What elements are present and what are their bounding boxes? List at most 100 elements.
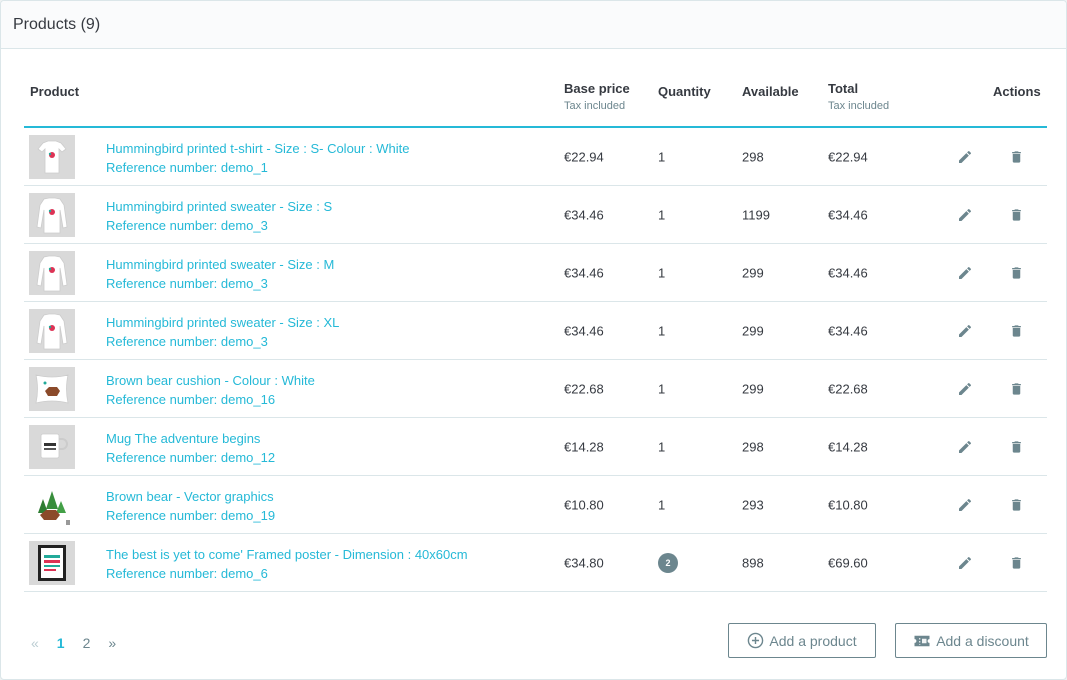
pencil-icon	[959, 150, 972, 163]
delete-button[interactable]	[1006, 495, 1026, 515]
header-total: Total Tax included	[828, 81, 889, 112]
product-name[interactable]: Hummingbird printed sweater - Size : M	[106, 255, 334, 274]
product-name[interactable]: The best is yet to come' Framed poster -…	[106, 545, 468, 564]
base-price: €34.80	[564, 555, 604, 570]
product-thumbnail	[29, 483, 75, 527]
delete-button[interactable]	[1006, 205, 1026, 225]
product-thumbnail	[29, 367, 75, 411]
product-name-link[interactable]: Hummingbird printed sweater - Size : M Re…	[106, 255, 334, 293]
quantity-value: 1	[658, 381, 666, 396]
delete-button[interactable]	[1006, 147, 1026, 167]
header-total-label: Total	[828, 81, 859, 96]
product-name[interactable]: Brown bear - Vector graphics	[106, 487, 275, 506]
table-row: Hummingbird printed t-shirt - Size : S- …	[24, 128, 1047, 186]
trash-icon	[1011, 498, 1021, 511]
product-thumbnail	[29, 541, 75, 585]
base-price: €22.94	[564, 149, 604, 164]
header-actions: Actions	[993, 84, 1041, 99]
pencil-icon	[959, 382, 972, 395]
quantity-badge: 2	[658, 552, 678, 573]
trash-icon	[1011, 150, 1021, 163]
product-name-link[interactable]: The best is yet to come' Framed poster -…	[106, 545, 468, 583]
pencil-icon	[959, 324, 972, 337]
trash-icon	[1011, 382, 1021, 395]
plus-circle-icon	[748, 632, 764, 649]
edit-button[interactable]	[955, 147, 975, 167]
pagination-page-2[interactable]: 2	[83, 635, 91, 651]
header-product: Product	[30, 84, 80, 99]
product-reference[interactable]: Reference number: demo_16	[106, 390, 315, 409]
edit-button[interactable]	[955, 553, 975, 573]
delete-button[interactable]	[1006, 437, 1026, 457]
header-base-price-label: Base price	[564, 81, 630, 96]
trash-icon	[1011, 440, 1021, 453]
product-reference[interactable]: Reference number: demo_1	[106, 158, 409, 177]
table-header: Product Base price Tax included Quantity…	[24, 64, 1047, 128]
base-price: €10.80	[564, 497, 604, 512]
trash-icon	[1011, 556, 1021, 569]
product-name-link[interactable]: Mug The adventure begins Reference number…	[106, 429, 275, 467]
add-product-button[interactable]: Add a product	[728, 623, 876, 658]
edit-button[interactable]	[955, 205, 975, 225]
card-header: Products (9)	[1, 1, 1066, 49]
table-row: Hummingbird printed sweater - Size : S Re…	[24, 186, 1047, 244]
product-name-link[interactable]: Hummingbird printed sweater - Size : S Re…	[106, 197, 332, 235]
product-reference[interactable]: Reference number: demo_3	[106, 274, 334, 293]
edit-button[interactable]	[955, 321, 975, 341]
products-table: Product Base price Tax included Quantity…	[24, 64, 1047, 592]
delete-button[interactable]	[1006, 263, 1026, 283]
product-name-link[interactable]: Brown bear cushion - Colour : White Refer…	[106, 371, 315, 409]
quantity-value: 1	[658, 439, 666, 454]
pencil-icon	[959, 440, 972, 453]
product-reference[interactable]: Reference number: demo_3	[106, 332, 339, 351]
total-value: €34.46	[828, 207, 868, 222]
header-available: Available	[742, 84, 799, 99]
pencil-icon	[959, 266, 972, 279]
product-thumbnail	[29, 135, 75, 179]
product-name[interactable]: Hummingbird printed sweater - Size : S	[106, 197, 332, 216]
product-name-link[interactable]: Hummingbird printed t-shirt - Size : S- …	[106, 139, 409, 177]
available-value: 299	[742, 381, 764, 396]
available-value: 293	[742, 497, 764, 512]
delete-button[interactable]	[1006, 321, 1026, 341]
delete-button[interactable]	[1006, 379, 1026, 399]
total-value: €34.46	[828, 265, 868, 280]
product-thumbnail	[29, 309, 75, 353]
product-reference[interactable]: Reference number: demo_6	[106, 564, 468, 583]
pagination-next[interactable]: »	[108, 635, 116, 651]
table-row: Hummingbird printed sweater - Size : XL R…	[24, 302, 1047, 360]
edit-button[interactable]	[955, 495, 975, 515]
edit-button[interactable]	[955, 263, 975, 283]
header-total-sub: Tax included	[828, 100, 890, 112]
quantity-value: 1	[658, 265, 666, 280]
product-reference[interactable]: Reference number: demo_12	[106, 448, 275, 467]
trash-icon	[1011, 324, 1021, 337]
pencil-icon	[959, 498, 972, 511]
table-row: Brown bear - Vector graphics Reference nu…	[24, 476, 1047, 534]
product-name-link[interactable]: Brown bear - Vector graphics Reference nu…	[106, 487, 275, 525]
product-thumbnail	[29, 193, 75, 237]
product-name[interactable]: Brown bear cushion - Colour : White	[106, 371, 315, 390]
pagination-page-1[interactable]: 1	[57, 635, 65, 651]
quantity-cell: 1	[658, 323, 665, 338]
available-value: 299	[742, 323, 764, 338]
edit-button[interactable]	[955, 379, 975, 399]
product-reference[interactable]: Reference number: demo_19	[106, 506, 275, 525]
product-name[interactable]: Hummingbird printed t-shirt - Size : S- …	[106, 139, 409, 158]
add-discount-button[interactable]: Add a discount	[895, 623, 1047, 658]
product-name[interactable]: Mug The adventure begins	[106, 429, 275, 448]
product-reference[interactable]: Reference number: demo_3	[106, 216, 332, 235]
edit-button[interactable]	[955, 437, 975, 457]
total-value: €10.80	[828, 497, 868, 512]
card-title: Products (9)	[13, 15, 101, 33]
table-row: Hummingbird printed sweater - Size : M Re…	[24, 244, 1047, 302]
quantity-cell: 1	[658, 207, 665, 222]
product-name-link[interactable]: Hummingbird printed sweater - Size : XL R…	[106, 313, 339, 351]
quantity-value: 1	[658, 323, 666, 338]
available-value: 1199	[742, 207, 770, 222]
product-name[interactable]: Hummingbird printed sweater - Size : XL	[106, 313, 339, 332]
quantity-cell: 2	[658, 552, 678, 573]
total-value: €14.28	[828, 439, 868, 454]
delete-button[interactable]	[1006, 553, 1026, 573]
quantity-cell: 1	[658, 439, 665, 454]
